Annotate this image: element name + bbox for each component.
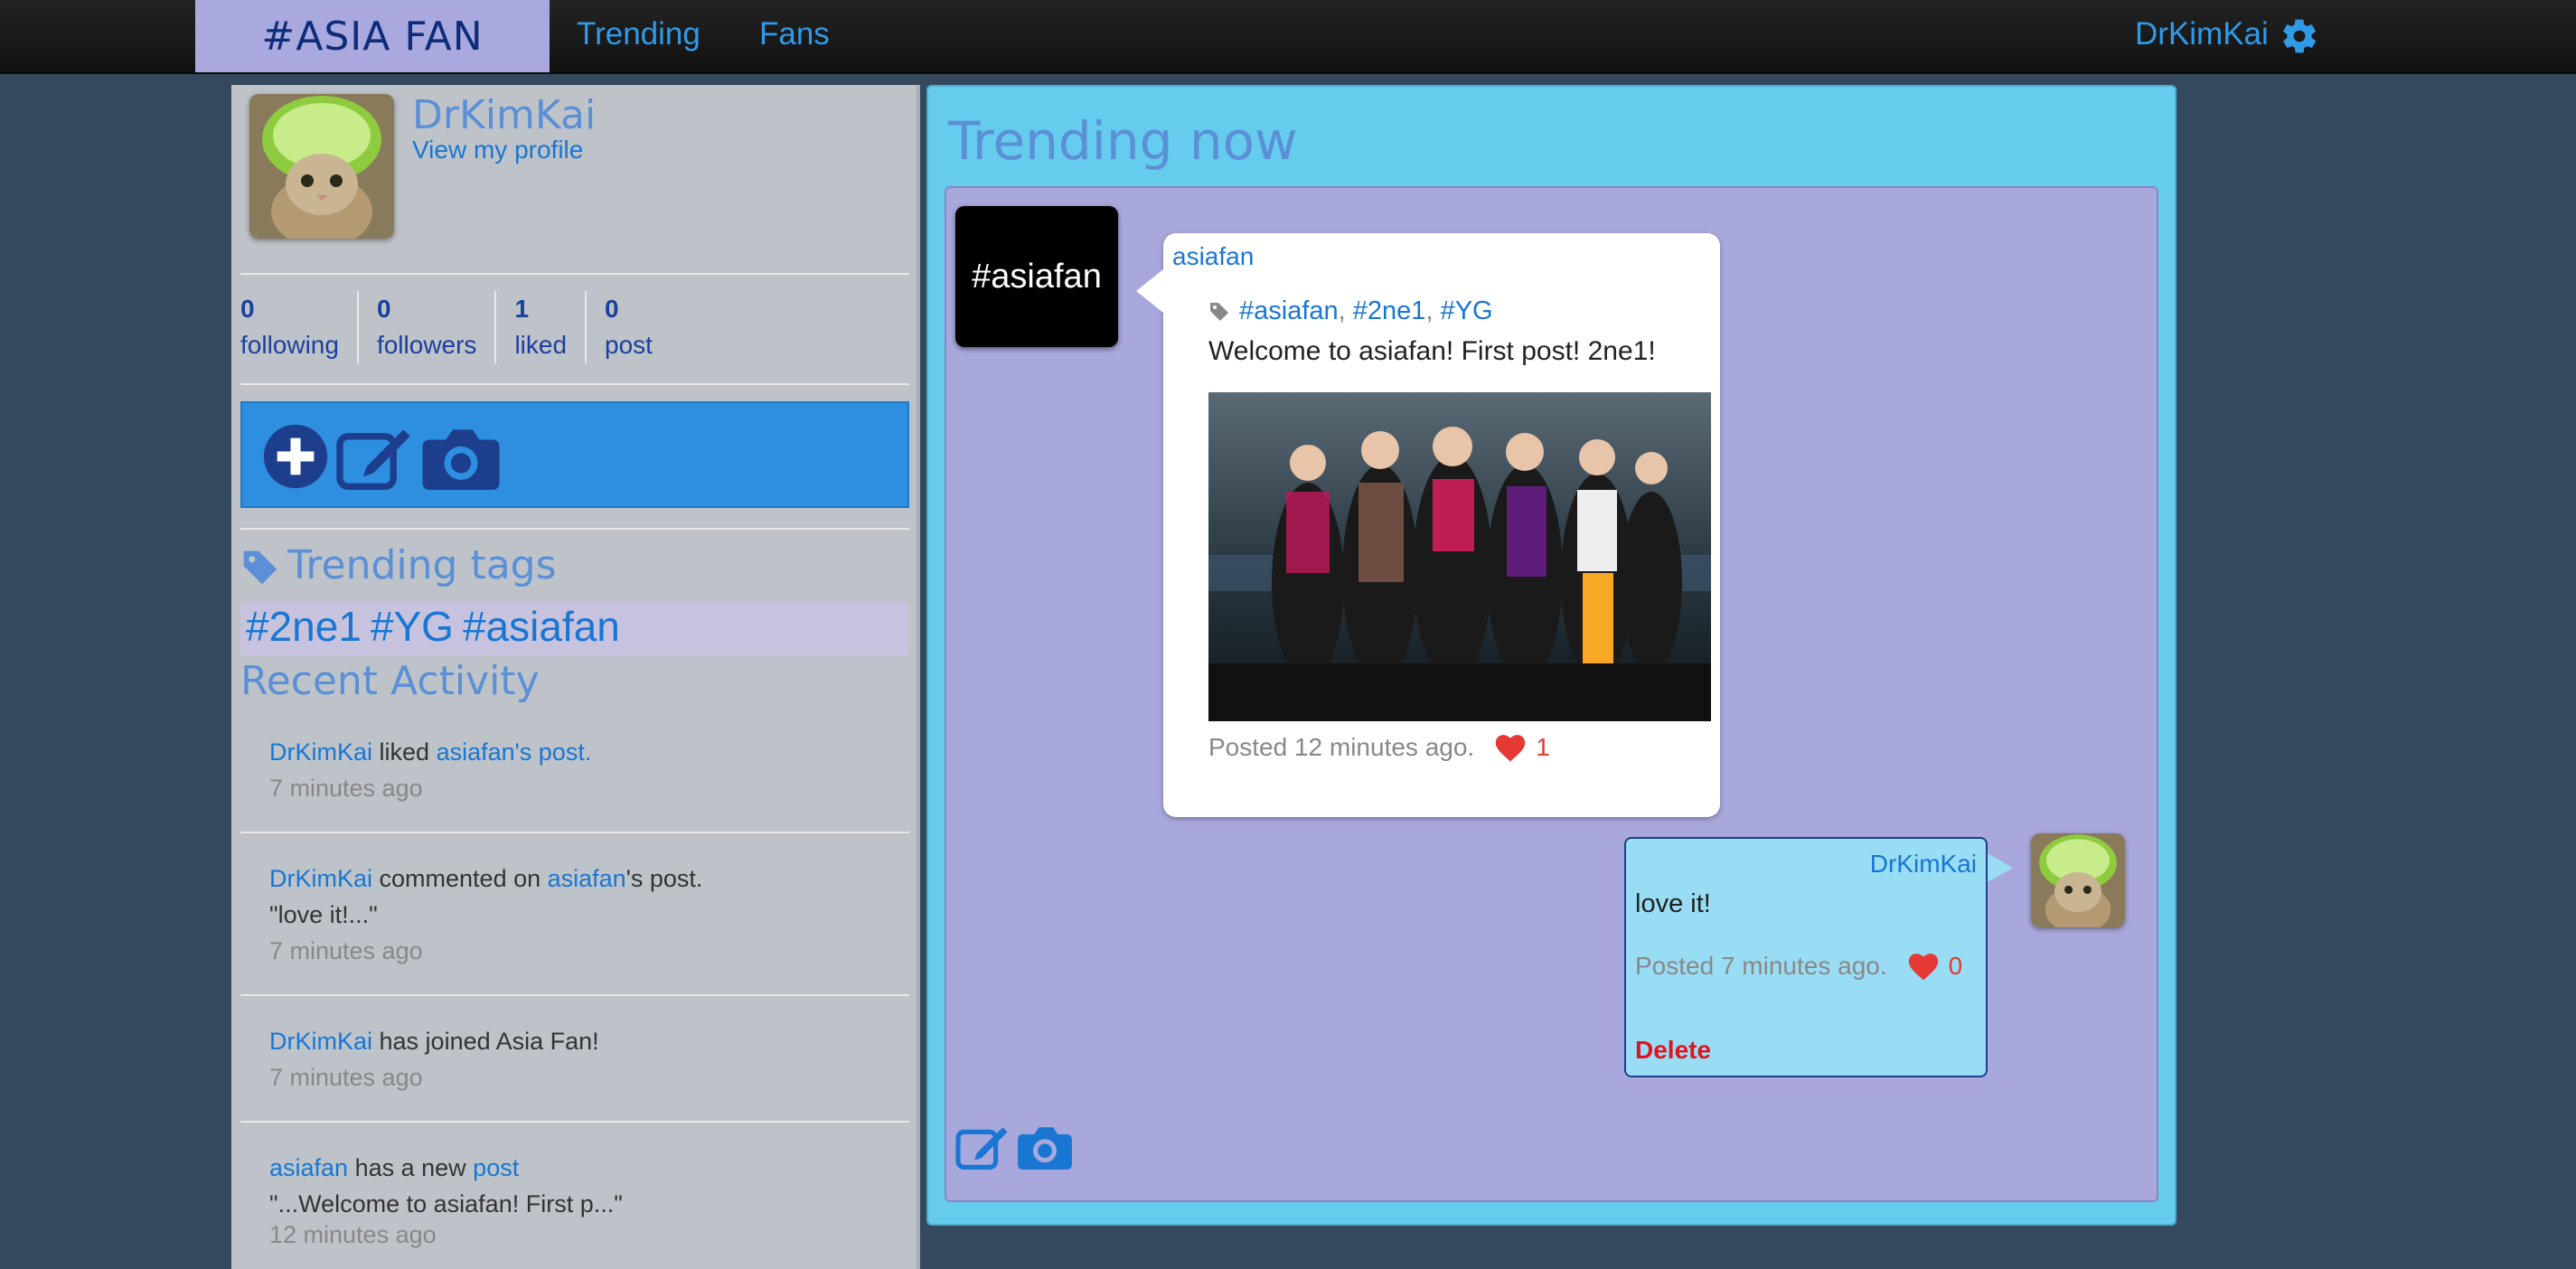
stats-row: 0 following 0 followers 1 liked 0 post: [240, 291, 689, 363]
activity-time: 12 minutes ago: [269, 1221, 437, 1248]
post-image[interactable]: [1208, 392, 1711, 721]
stat-followers[interactable]: 0 followers: [377, 291, 497, 363]
nav-fans[interactable]: Fans: [759, 16, 830, 52]
divider: [240, 832, 909, 833]
tag-link[interactable]: #asiafan: [463, 603, 620, 650]
heart-icon[interactable]: [1492, 732, 1528, 763]
like-count: 0: [1948, 952, 1963, 980]
activity-target-link[interactable]: post: [473, 1154, 519, 1181]
stat-following[interactable]: 0 following: [240, 291, 359, 363]
activity-time: 7 minutes ago: [269, 1064, 423, 1091]
sidebar-username[interactable]: DrKimKai: [412, 92, 596, 138]
page-title: Trending now: [948, 110, 1298, 172]
top-navbar: #ASIA FAN Trending Fans DrKimKai: [0, 0, 2576, 74]
activity-user-link[interactable]: DrKimKai: [269, 1028, 372, 1055]
comment-text: love it!: [1635, 889, 1711, 918]
like-count: 1: [1536, 733, 1550, 761]
plus-circle-icon[interactable]: [259, 423, 333, 490]
tag-link[interactable]: #2ne1: [246, 603, 362, 650]
tag-icon: [1210, 302, 1228, 321]
edit-icon[interactable]: [955, 1123, 1008, 1170]
view-profile-link[interactable]: View my profile: [412, 136, 583, 164]
main-panel: Trending now #asiafan asiafan #asiafan, …: [926, 85, 2176, 1226]
post-time: Posted 12 minutes ago.: [1208, 733, 1475, 761]
comment-author-link[interactable]: DrKimKai: [1870, 850, 1977, 879]
brand-logo[interactable]: #ASIA FAN: [195, 0, 550, 72]
sidebar: DrKimKai View my profile 0 following 0 fol…: [231, 85, 920, 1269]
activity-target-link[interactable]: asiafan's post.: [437, 738, 592, 766]
divider: [240, 273, 909, 275]
gear-icon[interactable]: [2280, 16, 2319, 56]
recent-activity-title: Recent Activity: [240, 658, 540, 704]
tag-icon: [243, 550, 277, 585]
edit-icon[interactable]: [336, 423, 410, 490]
divider: [240, 528, 909, 530]
activity-item: DrKimKai commented on asiafan's post. "l…: [269, 860, 702, 969]
tag-link[interactable]: #YG: [371, 603, 454, 650]
comment-time: Posted 7 minutes ago.: [1635, 952, 1887, 980]
feed: #asiafan asiafan #asiafan, #2ne1, #YG We…: [945, 186, 2158, 1202]
nav-username[interactable]: DrKimKai: [2135, 16, 2269, 52]
post-author-link[interactable]: asiafan: [1172, 242, 1254, 271]
post-meta: Posted 12 minutes ago. 1: [1208, 732, 1550, 763]
trending-tags-list: #2ne1 #YG #asiafan: [240, 602, 909, 656]
avatar[interactable]: [249, 94, 394, 239]
post-card: asiafan #asiafan, #2ne1, #YG Welcome to …: [1136, 233, 1720, 817]
camera-icon[interactable]: [1017, 1123, 1073, 1170]
avatar[interactable]: [2031, 833, 2125, 927]
divider: [240, 994, 909, 996]
activity-user-link[interactable]: asiafan: [269, 1154, 348, 1181]
activity-item: asiafan has a new post "...Welcome to as…: [269, 1150, 623, 1253]
stat-liked[interactable]: 1 liked: [514, 291, 588, 363]
camera-icon[interactable]: [419, 423, 503, 490]
delete-button[interactable]: Delete: [1635, 1036, 1711, 1065]
post-tags: #asiafan, #2ne1, #YG: [1208, 296, 1493, 326]
activity-quote: "love it!...": [269, 901, 378, 928]
activity-item: DrKimKai has joined Asia Fan! 7 minutes …: [269, 1023, 599, 1095]
stat-post[interactable]: 0 post: [605, 291, 671, 363]
divider: [240, 1121, 909, 1123]
heart-icon[interactable]: [1905, 951, 1941, 982]
activity-target-link[interactable]: asiafan: [548, 865, 626, 892]
activity-user-link[interactable]: DrKimKai: [269, 865, 372, 892]
activity-time: 7 minutes ago: [269, 937, 423, 964]
tag-avatar[interactable]: #asiafan: [955, 206, 1118, 347]
trending-tags-title: Trending tags: [287, 542, 557, 588]
activity-user-link[interactable]: DrKimKai: [269, 738, 372, 766]
comment-card: DrKimKai love it! Posted 7 minutes ago. …: [1624, 837, 2013, 1077]
post-text: Welcome to asiafan! First post! 2ne1!: [1208, 336, 1656, 366]
action-bar: [240, 401, 909, 508]
tag-link[interactable]: #2ne1: [1353, 296, 1426, 326]
tag-link[interactable]: #YG: [1441, 296, 1493, 326]
divider: [240, 383, 909, 385]
comment-meta: Posted 7 minutes ago. 0: [1635, 951, 1962, 982]
tag-link[interactable]: #asiafan: [1239, 296, 1339, 326]
nav-trending[interactable]: Trending: [577, 16, 700, 52]
activity-time: 7 minutes ago: [269, 775, 423, 802]
activity-item: DrKimKai liked asiafan's post. 7 minutes…: [269, 734, 591, 806]
